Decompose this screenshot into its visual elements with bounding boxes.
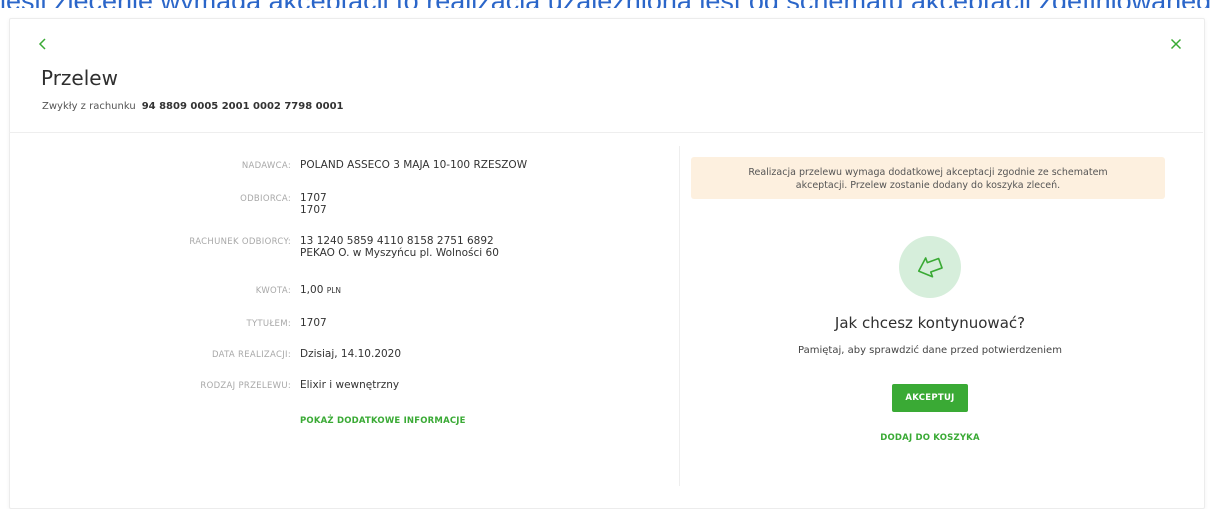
accept-button[interactable]: AKCEPTUJ — [892, 384, 968, 412]
amount-number: 1,00 — [300, 284, 324, 296]
page-title: Przelew — [41, 66, 118, 90]
show-more-info-link[interactable]: POKAŻ DODATKOWE INFORMACJE — [300, 416, 466, 426]
account-number: 94 8809 0005 2001 0002 7798 0001 — [141, 101, 344, 112]
close-icon — [1170, 38, 1182, 50]
notice-line-2: akceptacji. Przelew zostanie dodany do k… — [795, 180, 1061, 191]
amount-label: KWOTA: — [255, 286, 291, 296]
continue-question: Jak chcesz kontynuować? — [834, 314, 1026, 332]
title-label: TYTUŁEM: — [246, 319, 291, 329]
verify-hint: Pamiętaj, aby sprawdzić dane przed potwi… — [798, 345, 1062, 356]
header-divider — [9, 132, 1203, 133]
recipient-account-label: RACHUNEK ODBIORCY: — [189, 237, 291, 247]
add-to-basket-link[interactable]: DODAJ DO KOSZYKA — [680, 433, 1180, 443]
recipient-bank: PEKAO O. w Myszyńcu pl. Wolności 60 — [300, 247, 499, 259]
execution-date-label: DATA REALIZACJI: — [211, 350, 291, 360]
sender-label: NADAWCA: — [241, 161, 291, 171]
transfer-type-label: RODZAJ PRZELEWU: — [200, 381, 291, 391]
recipient-label: ODBIORCA: — [240, 194, 291, 204]
execution-date-value: Dzisiaj, 14.10.2020 — [300, 348, 402, 360]
back-button[interactable] — [38, 38, 52, 52]
acceptance-notice: Realizacja przelewu wymaga dodatkowej ak… — [691, 157, 1165, 199]
account-line: Zwykły z rachunku 94 8809 0005 2001 0002 … — [42, 101, 343, 112]
amount-currency: PLN — [326, 286, 342, 295]
recipient-address: 1707 — [300, 204, 327, 216]
account-prefix: Zwykły z rachunku — [42, 101, 136, 112]
notice-line-1: Realizacja przelewu wymaga dodatkowej ak… — [748, 167, 1108, 178]
transfer-type-value: Elixir i wewnętrzny — [300, 379, 400, 391]
chevron-left-icon — [38, 38, 46, 50]
close-button[interactable] — [1168, 37, 1184, 53]
amount-value: 1,00 PLN — [300, 284, 341, 297]
recipient-name: 1707 — [300, 192, 327, 204]
recipient-account-number: 13 1240 5859 4110 8158 2751 6892 — [300, 235, 494, 247]
top-banner-text: jeśli zlecenie wymaga akceptacji to real… — [0, 0, 1212, 8]
title-value: 1707 — [300, 317, 327, 329]
send-arrow-icon — [917, 257, 943, 278]
sender-value: POLAND ASSECO 3 MAJA 10-100 RZESZOW — [300, 159, 528, 171]
send-icon-circle — [899, 236, 961, 298]
